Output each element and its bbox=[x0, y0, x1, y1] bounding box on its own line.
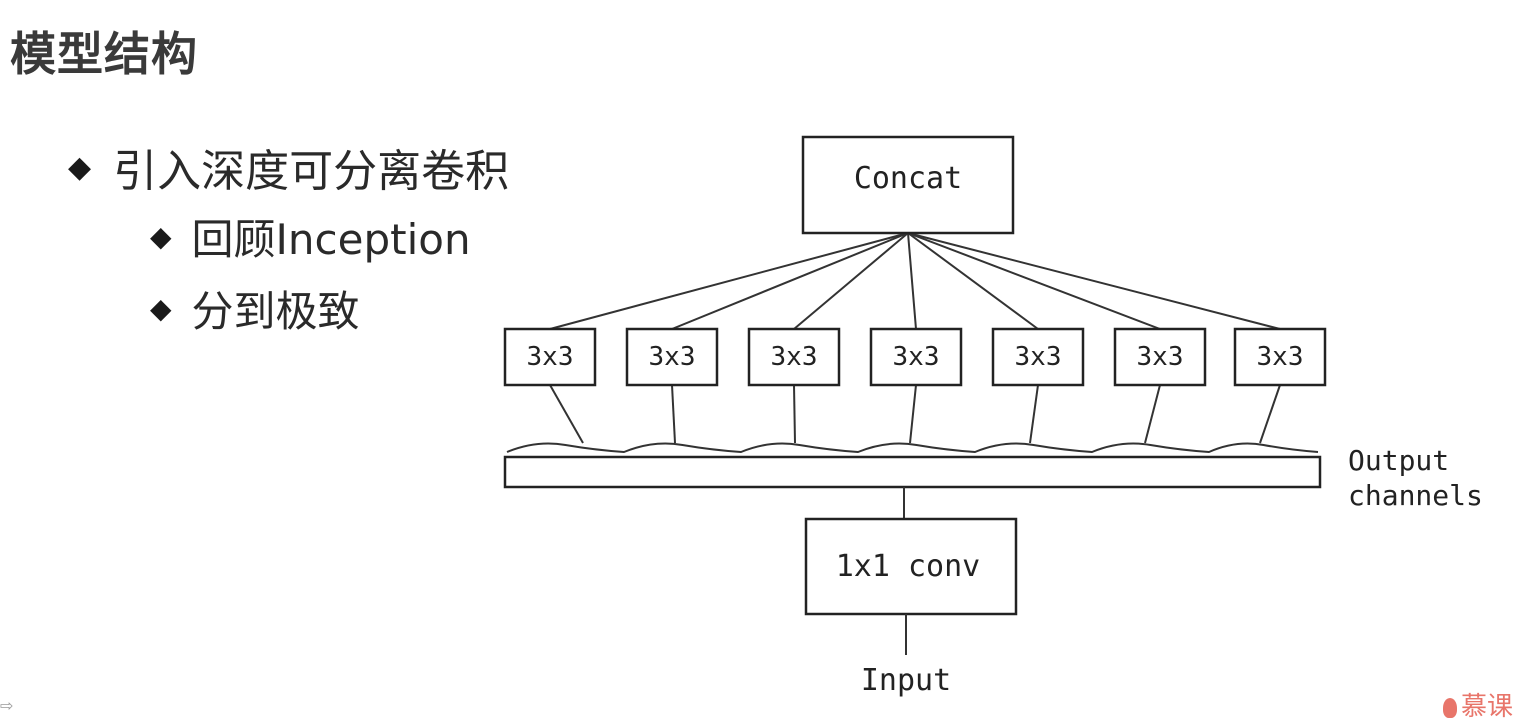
branch-to-channel-edge bbox=[909, 384, 917, 444]
output-channels-bar bbox=[503, 455, 1322, 489]
branch-label: 3x3 bbox=[1137, 342, 1184, 372]
branch-to-channel-edge bbox=[1029, 384, 1039, 444]
output-channels-label-line1: Output bbox=[1348, 444, 1449, 477]
concat-to-branch-edge bbox=[907, 232, 1281, 330]
watermark-logo: 慕课 bbox=[1442, 686, 1513, 723]
channel-edges bbox=[549, 384, 1281, 444]
concat-to-branch-edge bbox=[907, 232, 917, 330]
branch-node-3x3: 3x3 bbox=[1113, 327, 1207, 387]
branch-label: 3x3 bbox=[771, 342, 818, 372]
branch-to-channel-edge bbox=[549, 384, 584, 444]
branch-label: 3x3 bbox=[893, 342, 940, 372]
concat-to-branch-edge bbox=[549, 232, 909, 330]
concat-to-branch-edge bbox=[907, 232, 1039, 330]
xception-diagram: Concat 3x3 3x3 3x3 3x3 3x3 3x3 3x3 Output chan… bbox=[503, 135, 1483, 698]
branch-label: 3x3 bbox=[527, 342, 574, 372]
branch-node-3x3: 3x3 bbox=[747, 327, 841, 387]
concat-to-branch-edge bbox=[671, 232, 909, 330]
branch-node-3x3: 3x3 bbox=[503, 327, 597, 387]
logo-text: 慕课 bbox=[1460, 692, 1513, 722]
concat-edges bbox=[549, 232, 1281, 330]
branch-label: 3x3 bbox=[1015, 342, 1062, 372]
branch-node-3x3: 3x3 bbox=[625, 327, 719, 387]
branch-node-3x3: 3x3 bbox=[991, 327, 1085, 387]
input-label: Input bbox=[861, 663, 951, 698]
concat-to-branch-edge bbox=[907, 232, 1161, 330]
conv-node: 1x1 conv bbox=[804, 517, 1018, 616]
channel-wave bbox=[506, 442, 1319, 454]
branch-nodes: 3x3 3x3 3x3 3x3 3x3 3x3 3x3 bbox=[503, 327, 1327, 387]
output-channels-label-line2: channels bbox=[1348, 479, 1483, 512]
branch-to-channel-edge bbox=[1144, 384, 1161, 444]
branch-label: 3x3 bbox=[1257, 342, 1304, 372]
conv-label: 1x1 conv bbox=[836, 549, 981, 584]
branch-to-channel-edge bbox=[793, 384, 796, 444]
branch-to-channel-edge bbox=[671, 384, 676, 444]
branch-to-channel-edge bbox=[1259, 384, 1281, 444]
branch-label: 3x3 bbox=[649, 342, 696, 372]
concat-node: Concat bbox=[801, 135, 1015, 235]
branch-node-3x3: 3x3 bbox=[869, 327, 963, 387]
concat-label: Concat bbox=[854, 161, 962, 196]
branch-node-3x3: 3x3 bbox=[1233, 327, 1327, 387]
nav-arrow-icon[interactable]: ⇨ bbox=[0, 696, 13, 715]
